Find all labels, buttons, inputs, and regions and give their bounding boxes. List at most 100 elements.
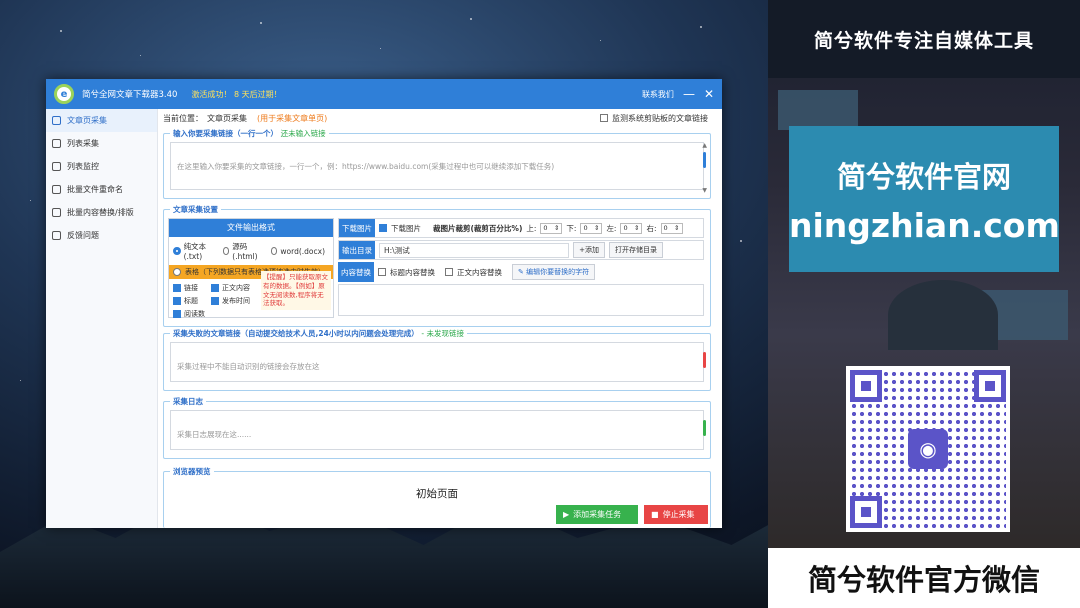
sidebar-item-replace[interactable]: 批量内容替换/排版: [46, 201, 157, 224]
input-links-group: 输入你要采集链接（一行一个） 还未输入链接 在这里输入你要采集的文章链接，一行一…: [163, 128, 711, 199]
replace-area: [338, 284, 704, 316]
contact-link[interactable]: 联系我们: [642, 89, 674, 100]
promo-site-title: 简兮软件官网: [836, 160, 1011, 194]
add-dir-button[interactable]: +添加: [573, 242, 605, 258]
list-icon: [52, 116, 61, 125]
output-dir-field[interactable]: H:\测试: [379, 242, 570, 258]
sidebar-item-label: 文章页采集: [67, 116, 107, 125]
add-task-button[interactable]: ▶ 添加采集任务: [556, 505, 638, 524]
breadcrumb-prefix: 当前位置：: [163, 113, 203, 123]
output-dir-label: 输出目录: [339, 241, 375, 259]
field-content-label: 正文内容: [222, 284, 250, 292]
format-table-radio[interactable]: [173, 268, 181, 276]
format-txt-radio[interactable]: [173, 247, 181, 255]
app-title: 简兮全网文章下载器3.40: [82, 90, 178, 100]
sidebar-item-label: 批量文件重命名: [67, 185, 123, 194]
sidebar-item-rename[interactable]: 批量文件重命名: [46, 178, 157, 201]
promo-panel: 简兮软件专注自媒体工具 简兮软件官网 ningzhian.com ◉ 简兮软件官…: [768, 0, 1080, 608]
field-link-checkbox[interactable]: [173, 284, 181, 292]
sidebar-item-label: 反馈问题: [67, 231, 99, 240]
download-images-check-label: 下载图片: [391, 223, 421, 233]
promo-site-url: ningzhian.com: [789, 206, 1060, 245]
log-group: 采集日志 采集日志展现在这......: [163, 396, 711, 459]
decor-screen: [778, 90, 858, 130]
sidebar-item-label: 列表监控: [67, 162, 99, 171]
promo-bottom-banner: 简兮软件官方微信: [768, 548, 1080, 608]
sidebar: 文章页采集 列表采集 列表监控 批量文件重命名 批量内容替换/排版 反馈问题: [46, 109, 158, 528]
stop-icon: ■: [651, 510, 659, 519]
field-content-checkbox[interactable]: [211, 284, 219, 292]
format-html-label: 源码(.html): [232, 242, 258, 261]
format-options: 纯文本(.txt) 源码(.html) word(.docx): [169, 237, 333, 265]
scrollbar[interactable]: [703, 152, 706, 168]
field-link-label: 链接: [184, 284, 198, 292]
minimize-button[interactable]: —: [683, 88, 695, 100]
crop-bottom-label: 下:: [566, 223, 577, 233]
monitor-icon: [52, 162, 61, 171]
settings-right-panel: 下载图片 下载图片 裁图片裁剪(裁剪百分比%) 上: 0 ⇕ 下: 0 ⇕ 左: 0 ⇕ 右…: [338, 218, 704, 318]
sidebar-item-label: 批量内容替换/排版: [67, 208, 134, 217]
edit-replace-button[interactable]: ✎ 编辑你要替换的字符: [512, 264, 596, 280]
log-textarea[interactable]: 采集日志展现在这......: [170, 410, 704, 450]
qr-finder: [850, 496, 882, 528]
format-docx-radio[interactable]: [270, 247, 278, 255]
breadcrumb-current: 文章页采集: [207, 113, 247, 123]
clipboard-monitor-toggle[interactable]: 监测系统剪贴板的文章链接: [600, 113, 708, 124]
stop-button[interactable]: ■ 停止采集: [644, 505, 708, 524]
field-reads-checkbox[interactable]: [173, 310, 181, 318]
field-title-checkbox[interactable]: [173, 297, 181, 305]
field-publish-time-checkbox[interactable]: [211, 297, 219, 305]
replace-label: 内容替换: [338, 262, 374, 282]
app-logo-icon: e: [54, 84, 74, 104]
crop-left-stepper[interactable]: 0 ⇕: [620, 222, 643, 234]
failed-links-textarea[interactable]: 采集过程中不能自动识别的链接会存放在这: [170, 342, 704, 382]
field-title-label: 标题: [184, 297, 198, 305]
crop-bottom-stepper[interactable]: 0 ⇕: [580, 222, 603, 234]
output-format-panel: 文件输出格式 纯文本(.txt) 源码(.html) word(.docx) 表…: [168, 218, 334, 318]
download-images-label: 下载图片: [339, 219, 375, 237]
scrollbar[interactable]: [703, 352, 706, 368]
field-reads-label: 阅读数: [184, 310, 205, 318]
crop-right-stepper[interactable]: 0 ⇕: [660, 222, 683, 234]
close-button[interactable]: ✕: [704, 88, 714, 100]
sidebar-item-list-collect[interactable]: 列表采集: [46, 132, 157, 155]
activation-status: 激活成功！ 8 天后过期！: [191, 89, 282, 99]
clipboard-monitor-checkbox[interactable]: [600, 114, 608, 122]
field-publish-time-label: 发布时间: [222, 297, 250, 305]
download-images-row: 下载图片 下载图片 裁图片裁剪(裁剪百分比%) 上: 0 ⇕ 下: 0 ⇕ 左: 0 ⇕ 右…: [338, 218, 704, 238]
format-html-radio[interactable]: [222, 247, 230, 255]
crop-top-label: 上:: [526, 223, 537, 233]
sidebar-item-list-monitor[interactable]: 列表监控: [46, 155, 157, 178]
preview-title: 浏览器预览: [170, 466, 214, 477]
log-title: 采集日志: [170, 396, 206, 407]
data-tip: 【提醒】只能获取原文有的数据。【例如】原文无阅读数,程序将无法获取。: [261, 271, 331, 311]
wechat-qr-code: ◉: [846, 366, 1010, 532]
scroll-up-icon[interactable]: ▲: [702, 142, 707, 149]
replace-title-checkbox[interactable]: [378, 268, 386, 276]
sidebar-item-article-page[interactable]: 文章页采集: [46, 109, 157, 132]
input-links-status: 还未输入链接: [280, 129, 326, 138]
play-icon: ▶: [563, 510, 570, 519]
qr-finder: [850, 370, 882, 402]
promo-site-box[interactable]: 简兮软件官网 ningzhian.com: [789, 126, 1060, 272]
replace-icon: [52, 208, 61, 217]
main-panel: 当前位置： 文章页采集 (用于采集文章单页) 监测系统剪贴板的文章链接 输入你要…: [159, 109, 722, 528]
sidebar-item-label: 列表采集: [67, 139, 99, 148]
scroll-down-icon[interactable]: ▼: [702, 187, 707, 194]
download-images-checkbox[interactable]: [379, 224, 387, 232]
failed-links-title: 采集失败的文章链接（自动提交给技术人员,24小时以内问题会处理完成） - 未发现…: [170, 328, 468, 339]
crop-right-label: 右:: [646, 223, 657, 233]
format-txt-label: 纯文本(.txt): [183, 242, 207, 261]
clipboard-monitor-label: 监测系统剪贴板的文章链接: [612, 113, 708, 123]
open-dir-button[interactable]: 打开存储目录: [609, 242, 663, 258]
sidebar-item-feedback[interactable]: 反馈问题: [46, 224, 157, 247]
scrollbar[interactable]: [703, 420, 706, 436]
links-textarea[interactable]: 在这里输入你要采集的文章链接，一行一个，例：https://www.baidu.…: [170, 142, 704, 190]
crop-top-stepper[interactable]: 0 ⇕: [540, 222, 563, 234]
replace-body-checkbox[interactable]: [445, 268, 453, 276]
replace-title-label: 标题内容替换: [390, 267, 435, 277]
replace-body-label: 正文内容替换: [457, 267, 502, 277]
crop-label: 裁图片裁剪(裁剪百分比%): [433, 223, 523, 233]
preview-page-title: 初始页面: [416, 488, 458, 500]
title-bar: e 简兮全网文章下载器3.40 激活成功！ 8 天后过期！ 联系我们 — ✕: [46, 79, 722, 109]
